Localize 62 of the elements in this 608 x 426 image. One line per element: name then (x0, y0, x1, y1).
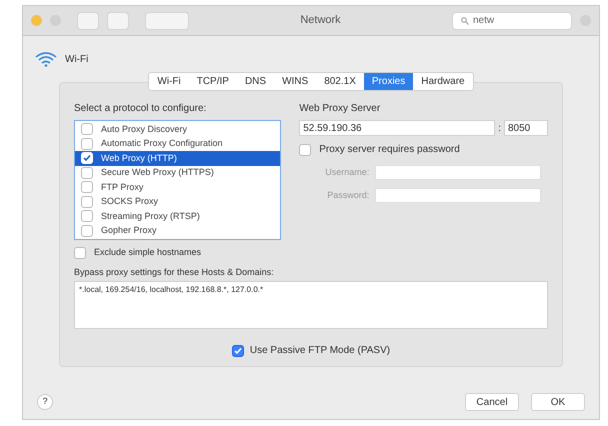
dialog-button[interactable]: OK (531, 393, 585, 411)
protocol-checkbox[interactable] (81, 210, 93, 222)
protocol-item[interactable]: Streaming Proxy (RTSP) (75, 209, 280, 224)
password-checkbox[interactable] (299, 144, 312, 156)
help-button[interactable]: ? (37, 394, 53, 410)
search-icon (461, 16, 469, 24)
exclude-label: Exclude simple hostnames (94, 246, 202, 259)
checkmark-icon (83, 154, 91, 162)
tab[interactable]: 802.1X (316, 73, 364, 90)
interface-name: Wi-Fi (65, 52, 88, 66)
passive-ftp-checkbox[interactable] (232, 344, 244, 356)
password-field[interactable] (375, 188, 542, 203)
protocol-item[interactable]: Auto Proxy Discovery (75, 122, 280, 136)
protocol-checkbox[interactable] (81, 196, 93, 208)
tab[interactable]: WINS (274, 73, 316, 90)
protocol-checkbox[interactable] (81, 123, 93, 136)
protocol-item[interactable]: FTP Proxy (75, 180, 280, 194)
protocol-name: Streaming Proxy (RTSP) (101, 210, 200, 223)
close-icon[interactable] (31, 15, 42, 26)
protocol-item[interactable]: Secure Web Proxy (HTTPS) (75, 166, 280, 180)
protocol-checkbox[interactable] (81, 224, 93, 237)
protocol-item[interactable]: Web Proxy (HTTP) (75, 151, 280, 166)
search-text: netw (473, 14, 494, 28)
wifi-icon (35, 51, 57, 67)
dialog-button[interactable]: Cancel (465, 393, 519, 411)
checkmark-icon (234, 346, 242, 354)
protocol-name: Secure Web Proxy (HTTPS) (101, 166, 214, 179)
port-separator: : (498, 122, 501, 136)
port-field[interactable]: 8050 (504, 120, 548, 136)
password-label: Password: (326, 188, 370, 202)
tab[interactable]: Wi-Fi (149, 73, 189, 90)
server-label: Web Proxy Server (299, 102, 382, 116)
bypass-field[interactable]: *.local, 169.254/16, localhost, 192.168.8.*, 127.0.0.* (74, 281, 548, 329)
passive-ftp-label: Use Passive FTP Mode (PASV) (250, 344, 390, 358)
protocol-name: Web Proxy (HTTP) (101, 152, 177, 165)
password-required-label: Proxy server requires password (319, 143, 460, 157)
protocol-checkbox[interactable] (81, 166, 93, 179)
tab[interactable]: Proxies (364, 73, 414, 90)
protocol-checkbox[interactable] (81, 181, 93, 194)
exclude-checkbox[interactable] (74, 246, 86, 259)
protocol-name: FTP Proxy (101, 180, 144, 194)
search-field[interactable]: netw (452, 12, 572, 30)
username-label: Username: (324, 166, 370, 179)
protocol-item[interactable]: SOCKS Proxy (75, 194, 280, 209)
protocol-item[interactable]: Automatic Proxy Configuration (75, 136, 280, 151)
forward-button[interactable] (107, 12, 129, 30)
bypass-label: Bypass proxy settings for these Hosts & Domains: (74, 266, 275, 279)
protocol-label: Select a protocol to configure: (74, 102, 208, 116)
protocol-checkbox[interactable] (81, 138, 93, 150)
protocol-item[interactable]: Gopher Proxy (75, 224, 280, 238)
protocol-name: Auto Proxy Discovery (101, 122, 188, 136)
grid-button[interactable] (145, 12, 189, 30)
window-title: Network (299, 13, 342, 28)
back-button[interactable] (77, 12, 99, 30)
host-field[interactable]: 52.59.190.36 (299, 120, 496, 136)
username-field[interactable] (375, 165, 542, 180)
tab[interactable]: DNS (236, 73, 274, 90)
tab[interactable]: TCP/IP (188, 73, 237, 90)
protocol-name: Automatic Proxy Configuration (101, 137, 223, 150)
tab[interactable]: Hardware (413, 73, 473, 90)
protocol-name: Gopher Proxy (101, 224, 157, 237)
protocol-name: SOCKS Proxy (101, 195, 158, 208)
